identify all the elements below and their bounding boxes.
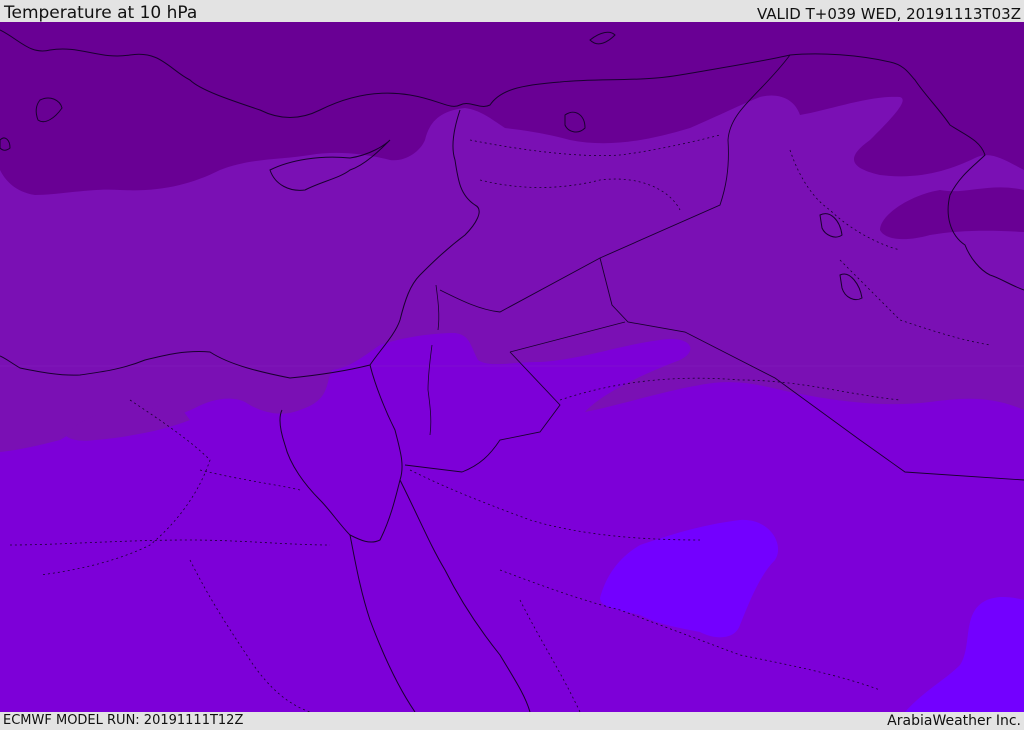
footer-bar: ECMWF MODEL RUN: 20191111T12Z ArabiaWeat…	[0, 712, 1024, 729]
map-canvas	[0, 22, 1024, 712]
weather-map	[0, 22, 1024, 712]
model-run-label: ECMWF MODEL RUN: 20191111T12Z	[3, 713, 244, 728]
map-title: Temperature at 10 hPa	[4, 3, 198, 23]
credit-label: ArabiaWeather Inc.	[887, 713, 1021, 729]
valid-time-label: VALID T+039 WED, 20191113T03Z	[756, 5, 1021, 23]
title-bar: Temperature at 10 hPa VALID T+039 WED, 2…	[0, 0, 1024, 23]
